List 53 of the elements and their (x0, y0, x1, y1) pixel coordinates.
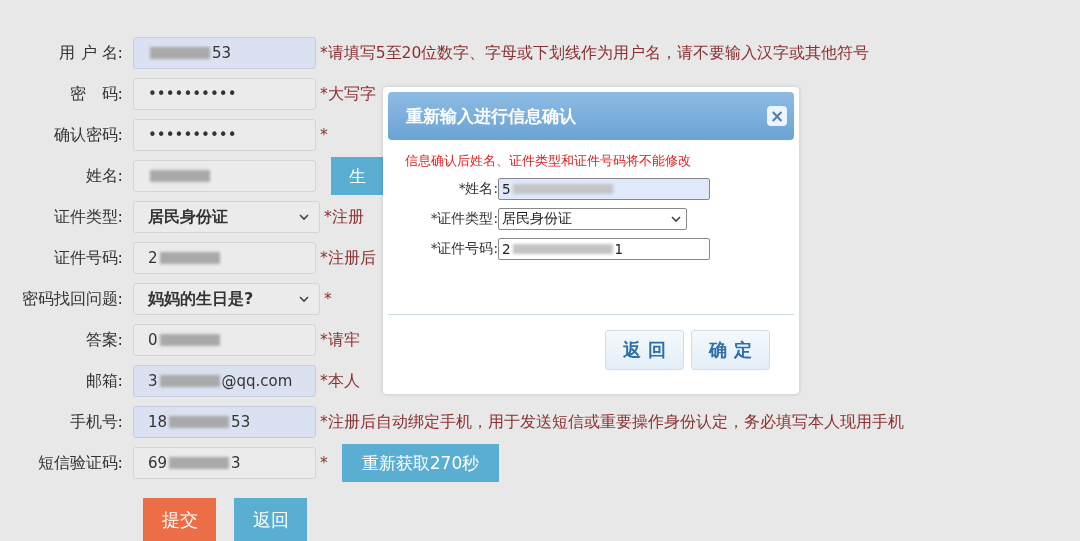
dialog-title: 重新输入进行信息确认 (406, 104, 576, 128)
input-field[interactable]: 18 53 (133, 406, 316, 438)
field-label: 姓名: (84, 165, 124, 187)
input-field[interactable]: 2 1 (498, 238, 710, 260)
field-label: 证件类型: (52, 206, 124, 228)
redaction-blur (159, 375, 220, 387)
hint-text: *大写字 (320, 83, 376, 105)
chevron-down-icon (299, 295, 309, 303)
hint-text: *注册 (324, 206, 364, 228)
input-field[interactable]: •••••••••• (133, 119, 316, 151)
field-label: 邮箱: (84, 370, 124, 392)
input-field[interactable]: 0 (133, 324, 316, 356)
redaction-blur (169, 457, 230, 469)
hint-text: *本人 (320, 370, 360, 392)
warning-text: 信息确认后姓名、证件类型和证件号码将不能修改 (405, 152, 692, 170)
input-field[interactable]: 3 @qq.com (133, 365, 316, 397)
select-field[interactable]: 居民身份证 (133, 201, 320, 233)
input-field[interactable]: 69 3 (133, 447, 316, 479)
redaction-blur (159, 252, 220, 264)
field-label: 答案: (84, 329, 124, 351)
redaction-blur (150, 170, 210, 182)
hint-text: *请填写5至20位数字、字母或下划线作为用户名，请不要输入汉字或其他符号 (320, 42, 870, 64)
redaction-blur (150, 47, 210, 59)
confirm-button[interactable]: 确 定 (691, 330, 770, 370)
input-field[interactable]: 2 (133, 242, 316, 274)
field-label: *证件号码: (429, 240, 498, 258)
hint-text: *注册后自动绑定手机，用于发送短信或重要操作身份认定，务必填写本人现用手机 (320, 411, 904, 433)
field-label: 密 码: (68, 83, 124, 105)
select-field[interactable]: 居民身份证 (498, 208, 687, 230)
hint-text: * (320, 126, 328, 144)
redaction-blur (169, 416, 230, 428)
hint-text: * (320, 454, 328, 472)
input-field[interactable]: 5 (498, 178, 710, 200)
input-field[interactable] (133, 160, 316, 192)
chevron-down-icon (671, 215, 681, 223)
field-label: *姓名: (457, 180, 498, 198)
hint-text: *请牢 (320, 329, 360, 351)
field-label: 用 户 名: (58, 42, 124, 64)
field-label: 证件号码: (52, 247, 124, 269)
input-field[interactable]: 53 (133, 37, 316, 69)
field-label: 手机号: (68, 411, 124, 433)
input-field[interactable]: •••••••••• (133, 78, 316, 110)
back-button[interactable]: 返 回 (605, 330, 684, 370)
hint-text: * (324, 290, 332, 308)
field-label: *证件类型: (429, 210, 498, 228)
chevron-down-icon (299, 213, 309, 221)
hint-text: *注册后 (320, 247, 376, 269)
select-field[interactable]: 妈妈的生日是? (133, 283, 320, 315)
redaction-blur (159, 334, 220, 346)
field-label: 短信验证码: (36, 452, 124, 474)
field-label: 确认密码: (52, 124, 124, 146)
close-button[interactable]: × (767, 106, 787, 126)
field-label: 密码找回问题: (20, 288, 124, 310)
